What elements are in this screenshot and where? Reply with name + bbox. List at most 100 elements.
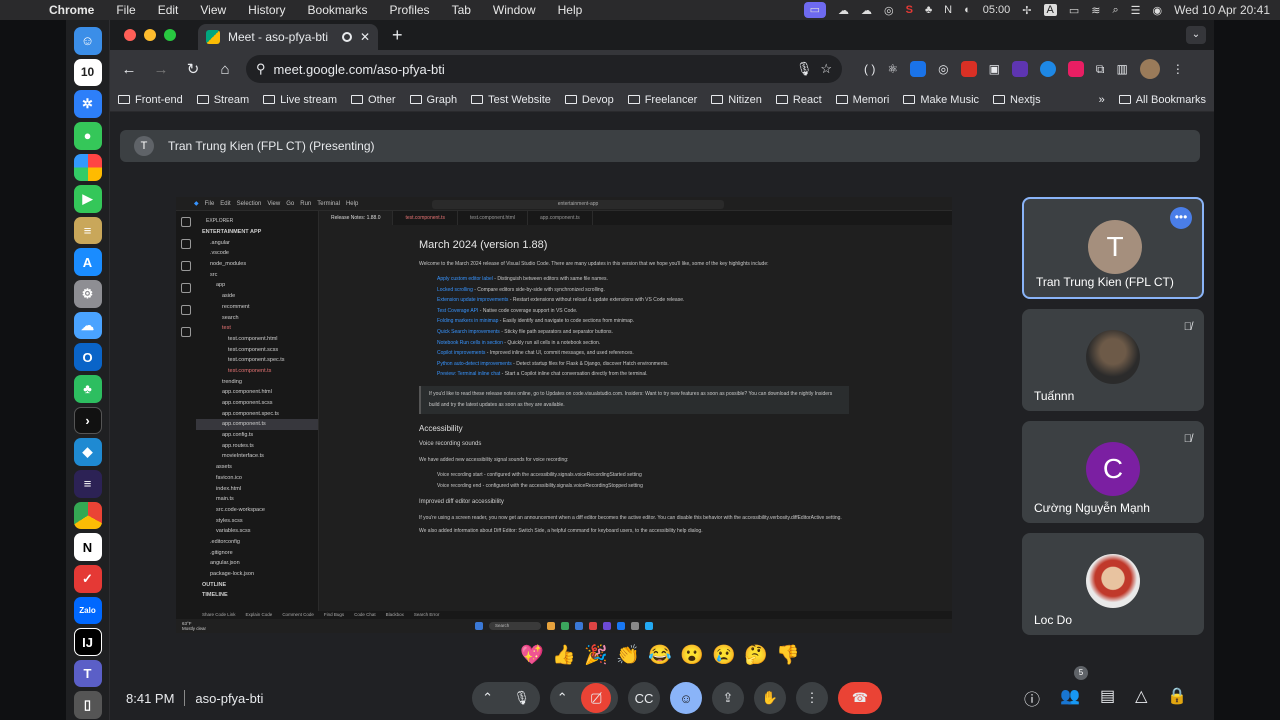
reaction-thumbs-down[interactable]: 👎 [776,643,800,667]
home-button[interactable]: ⌂ [214,61,236,78]
participant-tile-loc-do[interactable]: Loc Do [1022,533,1204,635]
teams-icon[interactable]: T [73,659,102,688]
bookmark-test-website[interactable]: Test Website [471,94,551,106]
menu-help[interactable]: Help [547,3,594,17]
menu-file[interactable]: File [105,3,146,17]
menu-view[interactable]: View [189,3,237,17]
people-icon[interactable]: 👥 [1060,686,1080,710]
raise-hand-button[interactable]: ✋ [754,682,786,714]
emoji-reactions-button[interactable]: ☺ [670,682,702,714]
reaction-thumbs-up[interactable]: 👍 [552,643,576,667]
extension-target-icon[interactable]: ◎ [938,62,948,76]
cloud-icon[interactable]: ☁ [838,4,849,17]
spotlight-search-icon[interactable]: ⌕ [1112,4,1118,17]
bookmark-nextjs[interactable]: Nextjs [993,94,1041,106]
bookmark-react[interactable]: React [775,94,822,106]
react-devtools-icon[interactable]: ⚛ [887,62,898,76]
menubar-datetime[interactable]: Wed 10 Apr 20:41 [1174,3,1270,17]
s-app-icon[interactable]: S [906,4,913,16]
bookmark-live-stream[interactable]: Live stream [263,94,337,106]
zoom-window-button[interactable] [164,29,176,41]
audio-options-chevron-icon[interactable]: ⌃ [482,690,493,706]
screen-share-icon[interactable]: ▭ [803,2,826,18]
bookmark-star-icon[interactable]: ☆ [820,61,832,77]
host-controls-icon[interactable]: 🔒 [1167,686,1187,710]
extension-1-icon[interactable]: ( ) [864,62,875,76]
control-center-icon[interactable]: ☰ [1131,4,1141,17]
cloud-filled-icon[interactable]: ☁ [861,4,872,17]
mic-permission-icon[interactable]: 🎙 [796,61,813,77]
menu-history[interactable]: History [237,3,296,17]
bookmark-memori[interactable]: Memori [835,94,889,106]
reaction-sad[interactable]: 😢 [712,643,736,667]
settings-icon[interactable]: ⚙ [73,280,102,308]
menu-profiles[interactable]: Profiles [379,3,441,17]
extension-j-icon[interactable] [910,61,927,77]
facetime-icon[interactable]: ▶ [73,185,102,213]
bookmark-nitizen[interactable]: Nitizen [711,94,762,106]
forward-button[interactable]: → [150,61,172,78]
screenshot-extension-icon[interactable]: ▣ [989,62,1000,76]
evernote-dock-icon[interactable]: ♣ [73,375,102,403]
app-menu[interactable]: Chrome [38,3,105,17]
bookmark-devop[interactable]: Devop [564,94,614,106]
new-tab-button[interactable]: + [392,25,403,46]
reaction-clap[interactable]: 👏 [616,643,640,667]
extension-red-icon[interactable] [960,61,977,77]
more-options-button[interactable]: ⋮ [796,682,828,714]
reaction-thinking[interactable]: 🤔 [744,643,768,667]
close-tab-icon[interactable]: ✕ [360,30,370,44]
address-bar[interactable]: ⚲ meet.google.com/aso-pfya-bti 🎙 ☆ [246,55,842,83]
battery-icon[interactable]: ▭ [1069,4,1079,17]
close-window-button[interactable] [124,29,136,41]
site-info-icon[interactable]: ⚲ [256,61,266,77]
more-options-icon[interactable]: ••• [1170,207,1192,229]
tab-meet[interactable]: Meet - aso-pfya-bti ✕ [198,24,378,50]
extension-ja-icon[interactable] [1011,61,1028,77]
minimize-window-button[interactable] [144,29,156,41]
sync-icon[interactable]: ◎ [884,4,894,17]
notion-dock-icon[interactable]: N [73,533,102,561]
video-options-chevron-icon[interactable]: ⌃ [557,690,568,706]
zalo-icon[interactable]: Zalo [73,596,102,625]
evernote-icon[interactable]: ♣ [925,4,932,16]
all-bookmarks[interactable]: All Bookmarks [1118,94,1206,106]
reaction-surprised[interactable]: 😮 [680,643,704,667]
participant-tile-cuong-nguyen-manh[interactable]: C 🎙̸ Cường Nguyễn Mạnh [1022,421,1204,523]
menu-window[interactable]: Window [482,3,547,17]
app-store-icon[interactable]: A [73,248,102,277]
intellij-icon[interactable]: IJ [73,628,102,656]
meeting-details-icon[interactable]: ⓘ [1024,686,1040,710]
menu-tab[interactable]: Tab [441,3,482,17]
wifi-icon[interactable]: ≋ [1091,4,1100,17]
extension-99-icon[interactable] [1067,61,1084,77]
reaction-heart[interactable]: 💖 [520,643,544,667]
present-screen-button[interactable]: ⇪ [712,682,744,714]
participant-tile-tuannn[interactable]: 🎙̸ Tuấnnn [1022,309,1204,411]
trash-icon[interactable]: ▯ [73,691,102,720]
bookmark-make-music[interactable]: Make Music [903,94,979,106]
microphone-icon[interactable]: 🎙 [513,690,530,706]
reaction-party[interactable]: 🎉 [584,643,608,667]
chrome-menu-icon[interactable]: ⋮ [1172,62,1184,76]
notion-icon[interactable]: N [944,4,952,16]
chrome-icon[interactable] [73,501,102,530]
menu-edit[interactable]: Edit [147,3,190,17]
camera-control[interactable]: ⌃ ▢̸ [550,682,618,714]
reload-button[interactable]: ↻ [182,60,204,78]
notes-icon[interactable]: ≡ [73,216,102,245]
menu-bookmarks[interactable]: Bookmarks [297,3,379,17]
captions-button[interactable]: CC [628,682,660,714]
bookmark-other[interactable]: Other [351,94,396,106]
safari-icon[interactable]: ✲ [73,90,102,118]
eclipse-icon[interactable]: ≡ [73,469,102,498]
fan-icon[interactable]: ✢ [1022,4,1031,17]
tab-search-chevron-icon[interactable]: ⌄ [1186,26,1206,44]
weather-icon[interactable]: ☁ [73,311,102,340]
participant-tile-tran-trung-kien[interactable]: T ••• Tran Trung Kien (FPL CT) [1022,197,1204,299]
messages-icon[interactable]: ● [73,121,102,150]
bookmark-stream[interactable]: Stream [196,94,249,106]
leave-call-button[interactable]: ☎ [838,682,882,714]
menubar-clock[interactable]: 05:00 [983,4,1011,16]
siri-icon[interactable]: ◉ [1153,4,1163,17]
